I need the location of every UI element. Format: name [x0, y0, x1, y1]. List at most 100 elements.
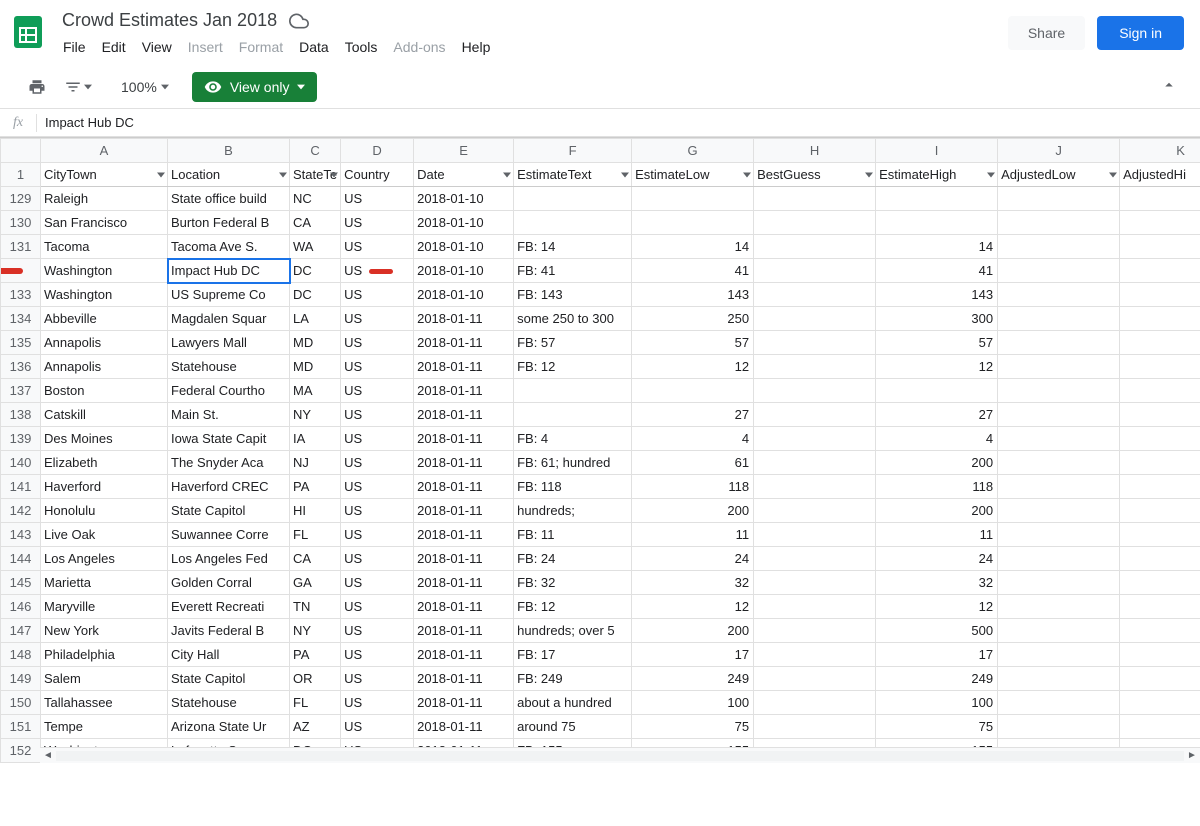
cell-H[interactable] — [754, 643, 876, 667]
menu-tools[interactable]: Tools — [338, 35, 385, 59]
cell-I[interactable]: 249 — [876, 667, 998, 691]
cell-G[interactable]: 143 — [632, 283, 754, 307]
cell-C[interactable]: DC — [290, 283, 341, 307]
cell-E[interactable]: 2018-01-11 — [414, 379, 514, 403]
column-name-AdjustedHi[interactable]: AdjustedHi — [1120, 163, 1200, 187]
cell-G[interactable]: 41 — [632, 259, 754, 283]
select-all-corner[interactable] — [1, 139, 41, 163]
row-header-130[interactable]: 130 — [1, 211, 41, 235]
row-header-150[interactable]: 150 — [1, 691, 41, 715]
column-name-CityTown[interactable]: CityTown — [41, 163, 168, 187]
cell-F[interactable]: FB: 57 — [514, 331, 632, 355]
filter-dropdown-icon[interactable] — [743, 172, 751, 177]
cell-H[interactable] — [754, 595, 876, 619]
column-name-Location[interactable]: Location — [168, 163, 290, 187]
filter-dropdown-icon[interactable] — [621, 172, 629, 177]
cell-G[interactable]: 57 — [632, 331, 754, 355]
cell-A[interactable]: Abbeville — [41, 307, 168, 331]
cell-J[interactable] — [998, 427, 1120, 451]
cell-H[interactable] — [754, 715, 876, 739]
cell-B[interactable]: US Supreme Co — [168, 283, 290, 307]
zoom-selector[interactable]: 100% — [115, 75, 175, 99]
cell-G[interactable]: 200 — [632, 499, 754, 523]
column-name-EstimateText[interactable]: EstimateText — [514, 163, 632, 187]
cell-J[interactable] — [998, 523, 1120, 547]
cell-C[interactable]: IA — [290, 427, 341, 451]
column-header-C[interactable]: C — [290, 139, 341, 163]
cell-B[interactable]: Magdalen Squar — [168, 307, 290, 331]
cell-C[interactable]: MD — [290, 355, 341, 379]
cell-J[interactable] — [998, 619, 1120, 643]
cell-H[interactable] — [754, 547, 876, 571]
cell-G[interactable]: 32 — [632, 571, 754, 595]
cell-K[interactable] — [1120, 523, 1200, 547]
cell-D[interactable]: US — [341, 475, 414, 499]
print-button[interactable] — [22, 72, 52, 102]
cell-F[interactable]: FB: 12 — [514, 355, 632, 379]
cell-H[interactable] — [754, 235, 876, 259]
cell-K[interactable] — [1120, 499, 1200, 523]
row-header-141[interactable]: 141 — [1, 475, 41, 499]
cell-A[interactable]: Tallahassee — [41, 691, 168, 715]
cell-K[interactable] — [1120, 235, 1200, 259]
cell-J[interactable] — [998, 355, 1120, 379]
cell-G[interactable]: 118 — [632, 475, 754, 499]
signin-button[interactable]: Sign in — [1097, 16, 1184, 50]
cell-E[interactable]: 2018-01-10 — [414, 235, 514, 259]
cell-I[interactable]: 12 — [876, 595, 998, 619]
cell-C[interactable]: MA — [290, 379, 341, 403]
cell-J[interactable] — [998, 307, 1120, 331]
cell-F[interactable]: hundreds; — [514, 499, 632, 523]
cell-A[interactable]: Marietta — [41, 571, 168, 595]
cell-J[interactable] — [998, 283, 1120, 307]
column-header-G[interactable]: G — [632, 139, 754, 163]
cell-K[interactable] — [1120, 283, 1200, 307]
cell-A[interactable]: Washington — [41, 259, 168, 283]
cell-H[interactable] — [754, 619, 876, 643]
cell-I[interactable]: 24 — [876, 547, 998, 571]
cell-H[interactable] — [754, 451, 876, 475]
cell-G[interactable]: 17 — [632, 643, 754, 667]
cell-C[interactable]: NY — [290, 619, 341, 643]
cell-G[interactable]: 4 — [632, 427, 754, 451]
row-header-129[interactable]: 129 — [1, 187, 41, 211]
cell-I[interactable]: 11 — [876, 523, 998, 547]
row-header-135[interactable]: 135 — [1, 331, 41, 355]
cell-C[interactable]: PA — [290, 643, 341, 667]
cell-K[interactable] — [1120, 427, 1200, 451]
cell-C[interactable]: CA — [290, 211, 341, 235]
cell-J[interactable] — [998, 595, 1120, 619]
cell-I[interactable]: 200 — [876, 451, 998, 475]
cell-I[interactable]: 41 — [876, 259, 998, 283]
cell-E[interactable]: 2018-01-11 — [414, 619, 514, 643]
cell-H[interactable] — [754, 355, 876, 379]
cell-E[interactable]: 2018-01-11 — [414, 355, 514, 379]
cell-D[interactable]: US — [341, 235, 414, 259]
cell-J[interactable] — [998, 499, 1120, 523]
cell-B[interactable]: City Hall — [168, 643, 290, 667]
cell-H[interactable] — [754, 307, 876, 331]
column-name-EstimateHigh[interactable]: EstimateHigh — [876, 163, 998, 187]
cell-F[interactable]: FB: 143 — [514, 283, 632, 307]
cell-G[interactable]: 61 — [632, 451, 754, 475]
cell-G[interactable]: 24 — [632, 547, 754, 571]
cell-B[interactable]: Arizona State Ur — [168, 715, 290, 739]
column-name-StateTe[interactable]: StateTe — [290, 163, 341, 187]
cell-H[interactable] — [754, 259, 876, 283]
cell-K[interactable] — [1120, 331, 1200, 355]
cell-A[interactable]: Annapolis — [41, 331, 168, 355]
row-header-133[interactable]: 133 — [1, 283, 41, 307]
cell-F[interactable]: FB: 14 — [514, 235, 632, 259]
row-header-131[interactable]: 131 — [1, 235, 41, 259]
cell-I[interactable]: 200 — [876, 499, 998, 523]
cell-D[interactable]: US — [341, 187, 414, 211]
cell-H[interactable] — [754, 499, 876, 523]
cell-D[interactable]: US — [341, 331, 414, 355]
cell-A[interactable]: Salem — [41, 667, 168, 691]
cell-H[interactable] — [754, 571, 876, 595]
formula-content[interactable]: Impact Hub DC — [37, 115, 1200, 130]
cell-E[interactable]: 2018-01-11 — [414, 499, 514, 523]
column-name-AdjustedLow[interactable]: AdjustedLow — [998, 163, 1120, 187]
cell-A[interactable]: San Francisco — [41, 211, 168, 235]
cell-K[interactable] — [1120, 451, 1200, 475]
